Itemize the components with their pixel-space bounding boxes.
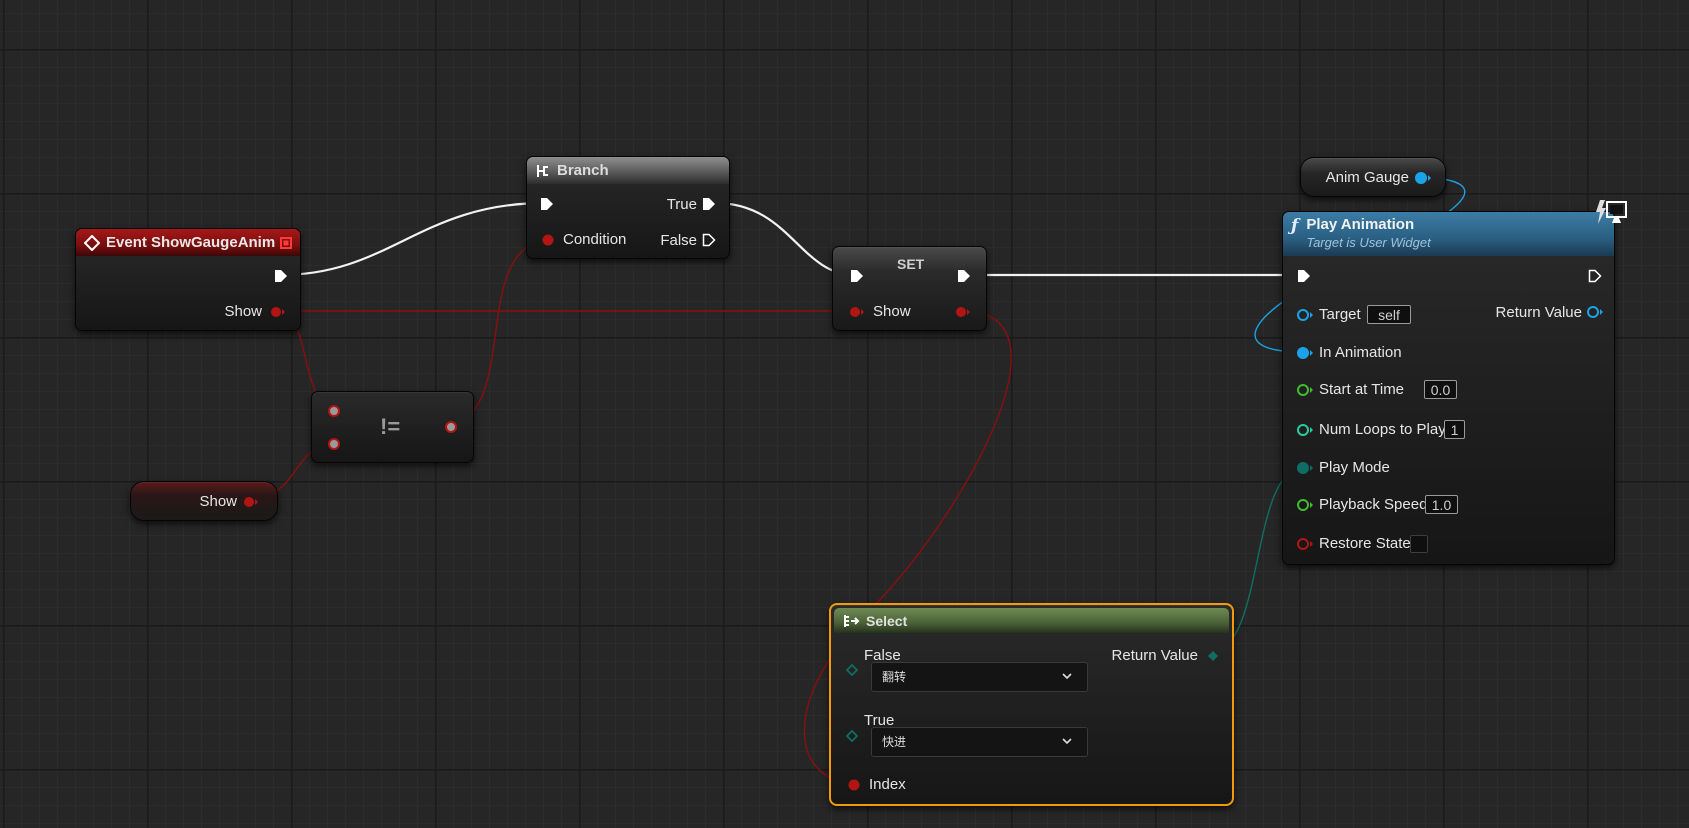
not-equal-input-a-pin[interactable] — [327, 404, 341, 418]
play-exec-in-pin[interactable] — [1297, 269, 1311, 283]
event-show-out-pin[interactable] — [270, 306, 286, 318]
not-equal-output-pin[interactable] — [444, 420, 458, 434]
play-start-time-label: Start at Time — [1319, 381, 1405, 398]
exec-wire-event-to-branch — [279, 201, 546, 277]
branch-true-label: True — [666, 196, 697, 213]
branch-icon — [537, 164, 548, 177]
show-getter-out-pin[interactable] — [243, 496, 259, 508]
event-node-title: Event ShowGaugeAnim — [106, 234, 276, 251]
branch-true-out-pin[interactable] — [702, 197, 716, 211]
branch-node-title: Branch — [557, 162, 609, 179]
play-playback-speed-pin[interactable] — [1296, 498, 1314, 512]
anim-gauge-label: Anim Gauge — [1325, 169, 1409, 186]
play-restore-state-label: Restore State — [1319, 535, 1411, 552]
select-index-in-pin[interactable] — [847, 779, 861, 791]
play-start-time-pin[interactable] — [1296, 383, 1314, 397]
set-show-out-pin[interactable] — [955, 306, 971, 318]
play-exec-out-pin[interactable] — [1588, 269, 1602, 283]
set-show-label: Show — [873, 303, 911, 320]
select-true-value: 快进 — [882, 735, 907, 749]
not-equal-symbol: != — [380, 414, 401, 439]
branch-false-out-pin[interactable] — [702, 233, 716, 247]
event-node-header: Event ShowGaugeAnim — [76, 229, 300, 256]
select-icon — [844, 614, 860, 627]
play-animation-node[interactable]: ƒ Play Animation Target is User Widget T… — [1282, 200, 1627, 565]
function-icon: ƒ — [1291, 216, 1299, 236]
play-num-loops-value[interactable]: 1 — [1444, 420, 1465, 439]
event-exec-out-pin[interactable] — [274, 269, 288, 283]
play-animation-subtitle: Target is User Widget — [1306, 235, 1431, 250]
play-return-value-label: Return Value — [1495, 304, 1582, 321]
set-node-title: SET — [897, 256, 925, 272]
play-return-value-pin[interactable] — [1586, 305, 1604, 319]
chevron-down-icon — [1062, 738, 1072, 745]
not-equal-node[interactable]: != — [311, 391, 474, 463]
set-exec-in-pin[interactable] — [850, 269, 864, 283]
show-variable-getter[interactable]: Show — [130, 481, 278, 521]
branch-node[interactable]: Branch True Condition False — [526, 156, 730, 259]
select-false-in-pin[interactable] — [846, 664, 858, 676]
play-restore-state-checkbox[interactable] — [1410, 535, 1428, 553]
select-return-value-label: Return Value — [1111, 647, 1198, 664]
play-playback-speed-value[interactable]: 1.0 — [1425, 495, 1458, 514]
select-false-dropdown[interactable]: 翻转 — [871, 662, 1088, 692]
play-animation-title: Play Animation — [1306, 216, 1415, 233]
set-exec-out-pin[interactable] — [957, 269, 971, 283]
select-return-value-pin[interactable] — [1207, 650, 1219, 662]
play-mode-label: Play Mode — [1319, 459, 1390, 476]
play-target-pin[interactable] — [1296, 308, 1314, 322]
event-delegate-pin-icon[interactable] — [280, 237, 292, 249]
play-target-label: Target — [1319, 306, 1361, 323]
select-node[interactable]: Select False 翻转 True 快进 Index Return Val… — [829, 603, 1234, 806]
play-num-loops-label: Num Loops to Play — [1319, 421, 1446, 438]
event-show-label: Show — [224, 303, 262, 320]
play-restore-state-pin[interactable] — [1296, 537, 1314, 551]
anim-gauge-out-pin[interactable] — [1414, 171, 1432, 185]
branch-false-label: False — [660, 232, 697, 249]
event-showgaugeanim-node[interactable]: Event ShowGaugeAnim Show — [75, 228, 301, 331]
play-in-animation-pin[interactable] — [1296, 346, 1314, 360]
branch-condition-label: Condition — [563, 231, 627, 248]
select-true-in-pin[interactable] — [846, 730, 858, 742]
select-node-title: Select — [866, 612, 908, 629]
play-animation-header: ƒ Play Animation Target is User Widget — [1283, 212, 1614, 256]
branch-exec-in-pin[interactable] — [540, 197, 554, 211]
select-node-header: Select — [834, 608, 1229, 633]
event-diamond-icon — [84, 234, 100, 251]
play-mode-pin[interactable] — [1296, 461, 1314, 475]
set-show-in-pin[interactable] — [849, 306, 865, 318]
play-num-loops-pin[interactable] — [1296, 423, 1314, 437]
play-start-time-value[interactable]: 0.0 — [1424, 380, 1457, 399]
branch-condition-in-pin[interactable] — [541, 234, 555, 246]
select-index-label: Index — [869, 776, 906, 793]
lightning-monitor-icon — [1596, 200, 1627, 224]
select-false-value: 翻转 — [882, 670, 907, 684]
not-equal-input-b-pin[interactable] — [327, 437, 341, 451]
branch-node-header: Branch — [527, 157, 729, 184]
chevron-down-icon — [1062, 673, 1072, 680]
play-playback-speed-label: Playback Speed — [1319, 496, 1428, 513]
show-getter-label: Show — [199, 493, 237, 510]
anim-gauge-variable-getter[interactable]: Anim Gauge — [1300, 157, 1446, 197]
set-show-node[interactable]: SET Show — [832, 246, 987, 331]
play-in-animation-label: In Animation — [1319, 344, 1402, 361]
select-true-dropdown[interactable]: 快进 — [871, 727, 1088, 757]
play-target-value[interactable]: self — [1367, 305, 1411, 324]
